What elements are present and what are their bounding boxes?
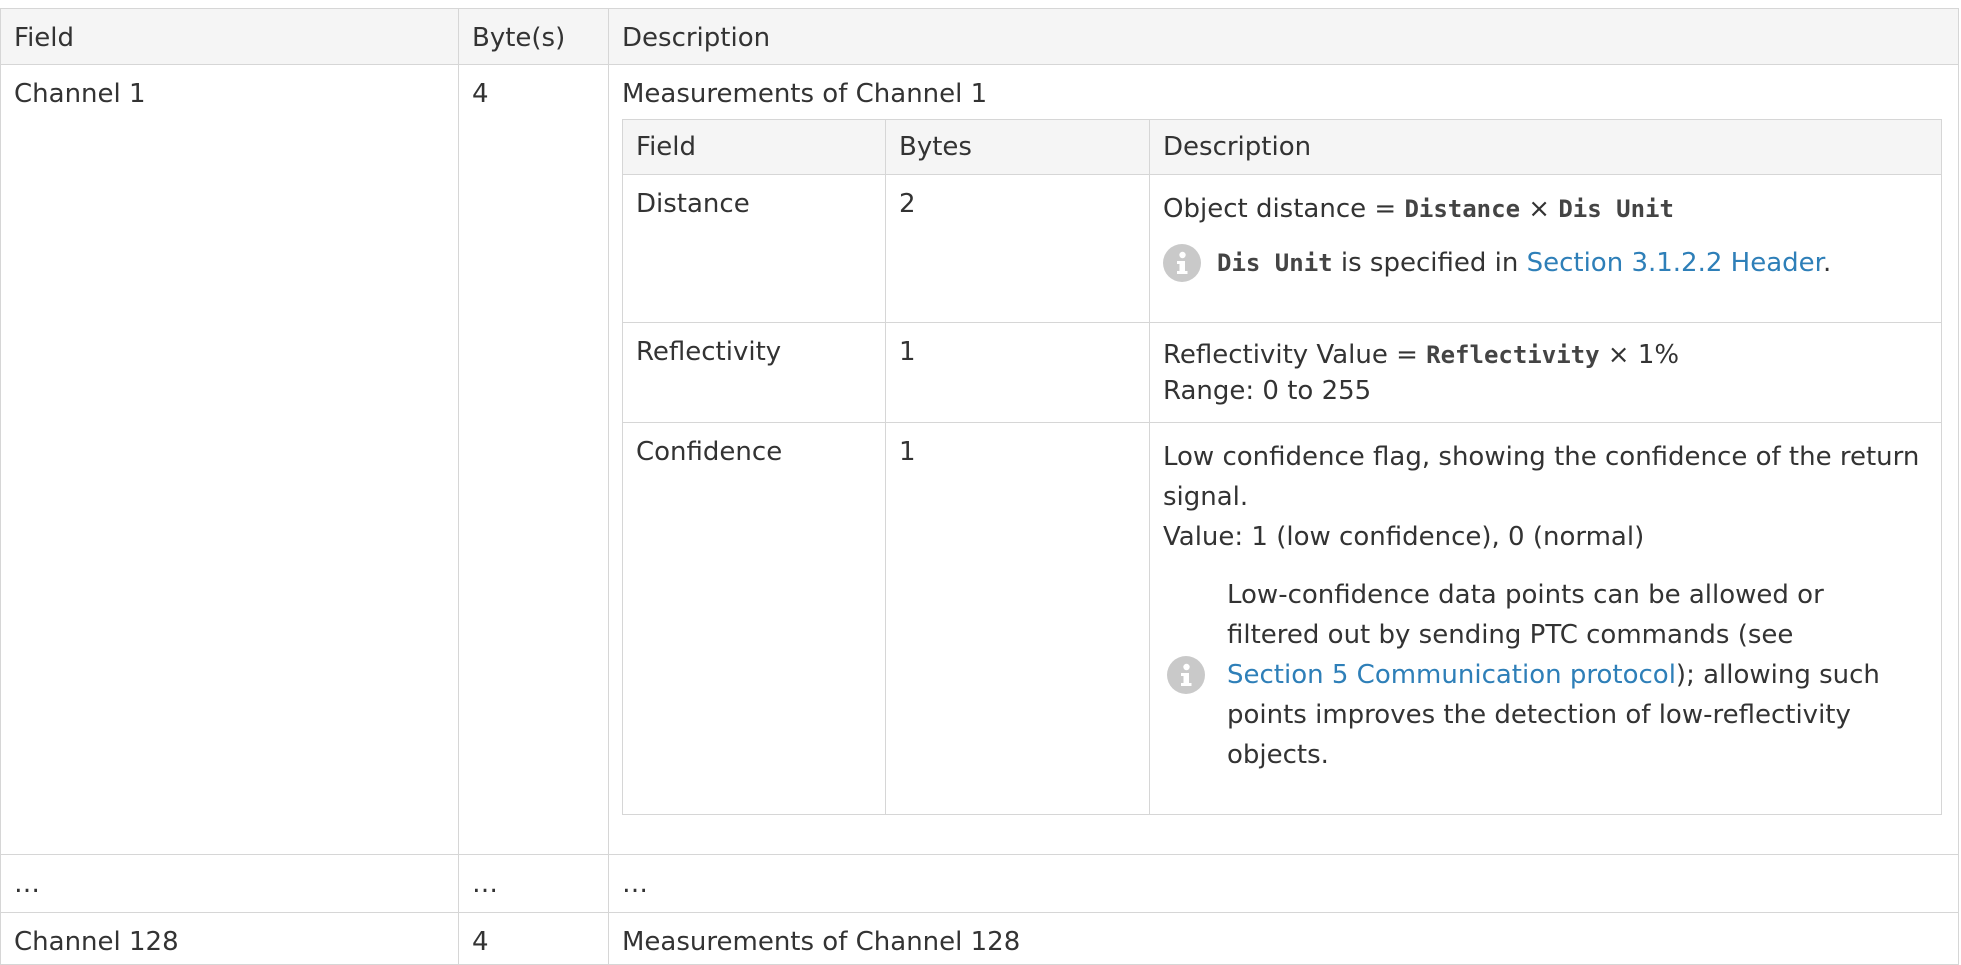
link-section-5[interactable]: Section 5 Communication protocol [1227,660,1676,690]
subheader-bytes: Bytes [885,119,1150,175]
confidence-desc-line2: signal. [1163,482,1249,512]
bytes-cell: 4 [458,64,609,855]
confidence-desc-line1: Low confidence flag, showing the confide… [1163,442,1920,472]
bytes-cell: 4 [458,912,609,965]
code-dis-unit: Dis Unit [1217,249,1333,277]
table-row: Distance 2 Object distance = Distance × … [622,174,1942,323]
description-text: Measurements of Channel 1 [622,79,988,109]
table-row: Channel 1 4 Measurements of Channel 1 Fi… [0,64,1959,855]
subheader-description: Description [1149,119,1942,175]
code-dis-unit: Dis Unit [1558,195,1674,223]
bytes-cell: … [458,854,609,913]
description-cell: Measurements of Channel 1 Field Bytes De… [608,64,1959,855]
channel-table: Field Byte(s) Description Channel 1 4 Me… [0,8,1959,965]
distance-formula: Object distance = Distance × Dis Unit [1163,194,1674,224]
header-description: Description [608,8,1959,65]
subheader-field: Field [622,119,886,175]
description-cell: … [608,854,1959,913]
field-cell: Distance [622,174,886,323]
note-text: Dis Unit is specified in Section 3.1.2.2… [1217,248,1832,278]
info-icon [1167,656,1205,694]
code-distance: Distance [1404,195,1521,223]
field-cell: Channel 1 [0,64,459,855]
bytes-cell: 2 [885,174,1150,323]
table-row: … … … [0,854,1959,913]
info-note: Dis Unit is specified in Section 3.1.2.2… [1163,243,1928,283]
description-cell: Measurements of Channel 128 [608,912,1959,965]
table-row: Confidence 1 Low confidence flag, showin… [622,422,1942,815]
bytes-cell: 1 [885,422,1150,815]
field-cell: … [0,854,459,913]
info-icon [1163,244,1201,282]
link-section-3-1-2-2[interactable]: Section 3.1.2.2 Header [1527,248,1823,278]
confidence-value: Value: 1 (low confidence), 0 (normal) [1163,522,1645,552]
subtable-header-row: Field Bytes Description [622,119,1942,175]
field-cell: Confidence [622,422,886,815]
document-page: Field Byte(s) Description Channel 1 4 Me… [0,8,1961,965]
header-bytes: Byte(s) [458,8,609,65]
field-cell: Channel 128 [0,912,459,965]
table-row: Reflectivity 1 Reflectivity Value = Refl… [622,322,1942,423]
info-note: Low-confidence data points can be allowe… [1163,575,1928,775]
measurement-subtable: Field Bytes Description Distance 2 Objec… [622,119,1942,815]
bytes-cell: 1 [885,322,1150,423]
description-cell: Low confidence flag, showing the confide… [1149,422,1942,815]
header-field: Field [0,8,459,65]
table-row: Channel 128 4 Measurements of Channel 12… [0,912,1959,965]
field-cell: Reflectivity [622,322,886,423]
note-text: Low-confidence data points can be allowe… [1227,580,1880,770]
description-cell: Reflectivity Value = Reflectivity × 1% R… [1149,322,1942,423]
reflectivity-range: Range: 0 to 255 [1163,376,1372,406]
reflectivity-formula: Reflectivity Value = Reflectivity × 1% [1163,340,1680,370]
code-reflectivity: Reflectivity [1426,341,1600,369]
table-header-row: Field Byte(s) Description [0,8,1959,65]
description-cell: Object distance = Distance × Dis Unit Di… [1149,174,1942,323]
